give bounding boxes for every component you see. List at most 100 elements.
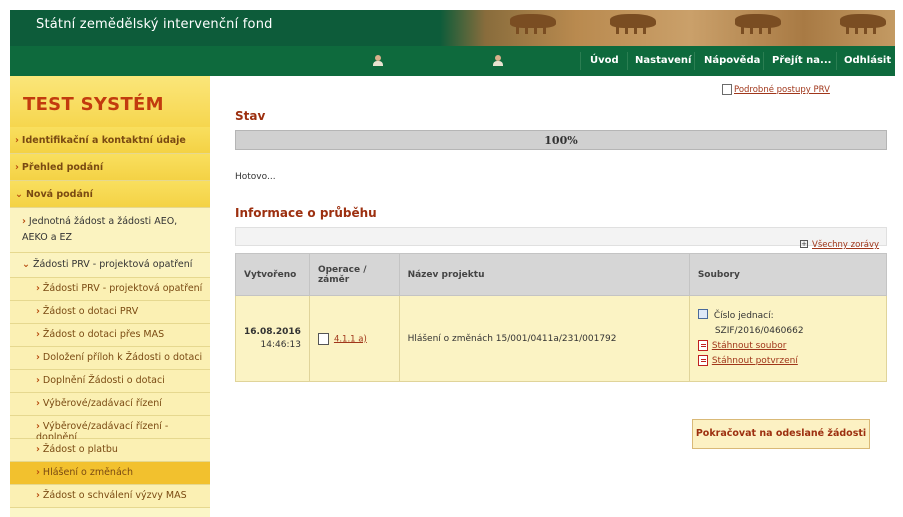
sidebar-item-label: Žádosti PRV - projektová opatření — [42, 283, 203, 294]
document-icon — [317, 332, 329, 345]
chevron-down-icon: ⌄ — [22, 259, 30, 270]
user-icon[interactable] — [492, 55, 504, 67]
download-file-row[interactable]: Stáhnout soubor — [697, 339, 878, 354]
nav-settings[interactable]: Nastavení — [635, 55, 691, 66]
user-icon[interactable] — [372, 55, 384, 67]
sidebar-item-label: Jednotná žádost a žádosti AEO, AEKO a EZ — [22, 216, 178, 243]
cattle-image — [610, 14, 656, 34]
header-banner-image — [440, 10, 895, 46]
pdf-icon — [697, 339, 708, 351]
sidebar-item-label: Žádost o dotaci PRV — [42, 306, 139, 317]
sidebar-item-label: Identifikační a kontaktní údaje — [21, 135, 186, 146]
chevron-down-icon: ⌄ — [15, 189, 23, 200]
created-time: 14:46:13 — [260, 340, 301, 350]
operation-cell: 4.1.1 a) — [308, 295, 400, 382]
sidebar-item-identification[interactable]: › Identifikační a kontaktní údaje — [10, 127, 210, 154]
sidebar-item-label: Žádost o schválení výzvy MAS — [42, 490, 187, 501]
sidebar-item-label: Žádost o platbu — [42, 444, 118, 455]
sidebar-item-mas-call-approval[interactable]: › Žádost o schválení výzvy MAS — [10, 485, 210, 508]
chevron-right-icon: › — [36, 283, 40, 294]
nav-divider — [580, 52, 581, 70]
progress-table: Vytvořeno Operace / záměr Název projektu… — [235, 253, 888, 382]
prv-procedures-link[interactable]: Podrobné postupy PRV — [734, 85, 830, 95]
chevron-right-icon: › — [15, 162, 19, 173]
sidebar-item-label: Výběrové/zadávací řízení — [42, 398, 162, 409]
created-cell: 16.08.2016 14:46:13 — [235, 295, 310, 382]
chevron-right-icon: › — [36, 306, 40, 317]
created-date: 16.08.2016 — [244, 327, 301, 337]
continue-to-submitted-button[interactable]: Pokračovat na odeslané žádosti — [692, 419, 870, 449]
sidebar-item-label: Nová podání — [25, 189, 93, 200]
sidebar-item-single-application[interactable]: › Jednotná žádost a žádosti AEO, AEKO a E… — [10, 208, 210, 253]
file-reference-number: SZIF/2016/0460662 — [714, 325, 804, 336]
table-header-row: Vytvořeno Operace / záměr Název projektu… — [235, 253, 888, 296]
document-icon — [722, 84, 732, 95]
sidebar-item-prv-grant[interactable]: › Žádost o dotaci PRV — [10, 301, 210, 324]
nav-divider — [836, 52, 837, 70]
sidebar-item-tender-completion[interactable]: › Výběrové/zadávací řízení - doplnění — [10, 416, 210, 443]
download-confirmation-row[interactable]: Stáhnout potvrzení — [697, 354, 878, 369]
chevron-right-icon: › — [36, 375, 40, 386]
filter-bar — [235, 227, 887, 246]
sidebar-item-tender[interactable]: › Výběrové/zadávací řízení — [10, 393, 210, 416]
sidebar-item-overview[interactable]: › Přehled podání — [10, 154, 210, 181]
sidebar-item-label: Žádost o dotaci přes MAS — [42, 329, 165, 340]
progress-label: 100% — [544, 134, 578, 147]
sidebar-item-label: Žádosti PRV - projektová opatření — [32, 259, 193, 270]
app-title: Státní zemědělský intervenční fond — [36, 17, 273, 32]
nav-divider — [694, 52, 695, 70]
chevron-right-icon: › — [36, 444, 40, 455]
all-views-link[interactable]: Všechny zorávy — [812, 240, 879, 250]
sidebar-item-label: Doložení příloh k Žádosti o dotaci — [42, 352, 203, 363]
top-navigation: Úvod Nastavení Nápověda Přejít na... Odh… — [10, 46, 895, 76]
column-header-files: Soubory — [688, 253, 888, 296]
status-text: Hotovo... — [235, 172, 276, 182]
nav-help[interactable]: Nápověda — [704, 55, 760, 66]
chevron-right-icon: › — [15, 135, 19, 146]
sidebar-item-label: Hlášení o změnách — [42, 467, 134, 478]
column-header-project-name: Název projektu — [398, 253, 690, 296]
project-name-cell: Hlášení o změnách 15/001/0411a/231/00179… — [398, 295, 690, 382]
chevron-right-icon: › — [22, 216, 26, 227]
sidebar-item-mas-grant[interactable]: › Žádost o dotaci přes MAS — [10, 324, 210, 347]
sidebar-item-label: Přehled podání — [21, 162, 104, 173]
all-views-control[interactable]: + Všechny zorávy — [800, 239, 879, 250]
sidebar-item-prv-project-applications[interactable]: › Žádosti PRV - projektová opatření — [10, 278, 210, 301]
nav-divider — [627, 52, 628, 70]
sidebar-item-attachments[interactable]: › Doložení příloh k Žádosti o dotaci — [10, 347, 210, 370]
chevron-right-icon: › — [36, 421, 40, 432]
operation-link[interactable]: 4.1.1 a) — [334, 334, 367, 344]
cattle-image — [840, 14, 886, 34]
sidebar-header: TEST SYSTÉM — [10, 76, 210, 127]
chevron-right-icon: › — [36, 398, 40, 409]
nav-home[interactable]: Úvod — [590, 55, 619, 66]
table-row: 16.08.2016 14:46:13 4.1.1 a) Hlášení o z… — [235, 295, 888, 382]
sidebar-title: TEST SYSTÉM — [23, 94, 164, 115]
sidebar-item-grant-completion[interactable]: › Doplnění Žádosti o dotaci — [10, 370, 210, 393]
nav-divider — [763, 52, 764, 70]
sidebar-item-new-submissions[interactable]: ⌄ Nová podání — [10, 181, 210, 208]
plus-icon[interactable]: + — [800, 240, 808, 248]
chevron-right-icon: › — [36, 467, 40, 478]
nav-logout[interactable]: Odhlásit — [844, 55, 891, 66]
progress-bar: 100% — [235, 130, 887, 150]
file-reference-label: Číslo jednací: — [713, 310, 774, 321]
pdf-icon — [697, 354, 708, 366]
file-reference: Číslo jednací: — [697, 308, 878, 324]
sidebar-item-prv-projects[interactable]: ⌄ Žádosti PRV - projektová opatření — [10, 253, 210, 278]
files-cell: Číslo jednací: SZIF/2016/0460662 Stáhnou… — [688, 295, 888, 382]
download-confirmation-link[interactable]: Stáhnout potvrzení — [712, 356, 798, 366]
cattle-image — [735, 14, 781, 34]
column-header-operation: Operace / záměr — [308, 253, 400, 296]
download-file-link[interactable]: Stáhnout soubor — [712, 341, 787, 351]
book-icon — [697, 308, 708, 319]
sidebar-item-label: Doplnění Žádosti o dotaci — [42, 375, 165, 386]
sidebar-item-payment-request[interactable]: › Žádost o platbu — [10, 439, 210, 462]
main-content: Podrobné postupy PRV Stav 100% Hotovo...… — [222, 76, 895, 517]
nav-goto[interactable]: Přejít na... — [772, 55, 831, 66]
sidebar-item-change-report[interactable]: › Hlášení o změnách — [10, 462, 210, 485]
status-section-title: Stav — [235, 109, 266, 123]
chevron-right-icon: › — [36, 352, 40, 363]
column-header-created: Vytvořeno — [235, 253, 310, 296]
chevron-right-icon: › — [36, 329, 40, 340]
